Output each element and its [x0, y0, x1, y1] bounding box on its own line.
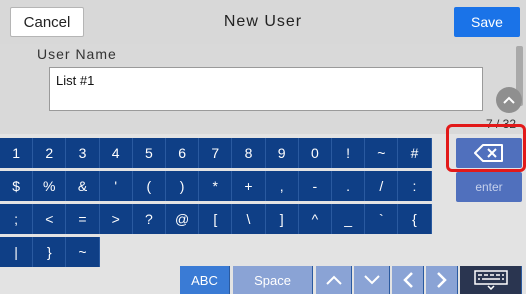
- key[interactable]: .: [332, 171, 366, 201]
- key[interactable]: 1: [0, 138, 34, 168]
- key[interactable]: @: [166, 204, 200, 234]
- right-arrow-key[interactable]: [426, 266, 458, 294]
- key[interactable]: |: [0, 237, 34, 267]
- key[interactable]: ': [99, 171, 133, 201]
- user-name-field[interactable]: List #1: [49, 67, 483, 111]
- key[interactable]: 5: [132, 138, 166, 168]
- key[interactable]: 9: [265, 138, 299, 168]
- chevron-down-icon: [363, 275, 380, 285]
- key[interactable]: ;: [0, 204, 34, 234]
- key[interactable]: ?: [132, 204, 166, 234]
- key[interactable]: ): [166, 171, 200, 201]
- key[interactable]: #: [398, 138, 432, 168]
- key[interactable]: }: [33, 237, 67, 267]
- key[interactable]: $: [0, 171, 34, 201]
- page-title: New User: [223, 13, 303, 30]
- user-name-label: User Name: [37, 46, 117, 62]
- save-button[interactable]: Save: [454, 7, 520, 37]
- key[interactable]: 3: [66, 138, 100, 168]
- header-bar: Cancel New User Save: [0, 0, 526, 44]
- key[interactable]: ^: [298, 204, 332, 234]
- key[interactable]: ~: [66, 237, 100, 267]
- key[interactable]: 7: [199, 138, 233, 168]
- key[interactable]: +: [232, 171, 266, 201]
- chevron-up-icon: [503, 96, 515, 104]
- up-arrow-key[interactable]: [316, 266, 352, 294]
- abc-key[interactable]: ABC: [180, 266, 230, 294]
- key[interactable]: 4: [99, 138, 133, 168]
- key[interactable]: &: [66, 171, 100, 201]
- key[interactable]: ~: [365, 138, 399, 168]
- highlight-box: [446, 124, 526, 172]
- left-arrow-key[interactable]: [392, 266, 424, 294]
- key[interactable]: *: [199, 171, 233, 201]
- key[interactable]: -: [298, 171, 332, 201]
- key[interactable]: %: [33, 171, 67, 201]
- key[interactable]: =: [66, 204, 100, 234]
- key[interactable]: ,: [265, 171, 299, 201]
- key[interactable]: 0: [298, 138, 332, 168]
- key[interactable]: ]: [265, 204, 299, 234]
- key[interactable]: /: [365, 171, 399, 201]
- keyboard-toggle-key[interactable]: [460, 266, 522, 294]
- chevron-right-icon: [436, 272, 447, 288]
- key[interactable]: <: [33, 204, 67, 234]
- key[interactable]: :: [398, 171, 432, 201]
- key[interactable]: _: [332, 204, 366, 234]
- chevron-up-icon: [325, 275, 342, 285]
- key[interactable]: >: [99, 204, 133, 234]
- keyboard-icon: [473, 270, 508, 290]
- key[interactable]: [: [199, 204, 233, 234]
- key[interactable]: `: [365, 204, 399, 234]
- scroll-up-button[interactable]: [496, 87, 522, 113]
- key[interactable]: 8: [232, 138, 266, 168]
- enter-key[interactable]: enter: [456, 172, 522, 202]
- key[interactable]: !: [332, 138, 366, 168]
- space-key[interactable]: Space: [233, 266, 313, 294]
- key[interactable]: 2: [33, 138, 67, 168]
- new-user-screen: Cancel New User Save User Name List #1 7…: [0, 0, 526, 294]
- key[interactable]: (: [132, 171, 166, 201]
- key[interactable]: 6: [166, 138, 200, 168]
- key[interactable]: {: [398, 204, 432, 234]
- chevron-left-icon: [402, 272, 413, 288]
- down-arrow-key[interactable]: [354, 266, 390, 294]
- key[interactable]: \: [232, 204, 266, 234]
